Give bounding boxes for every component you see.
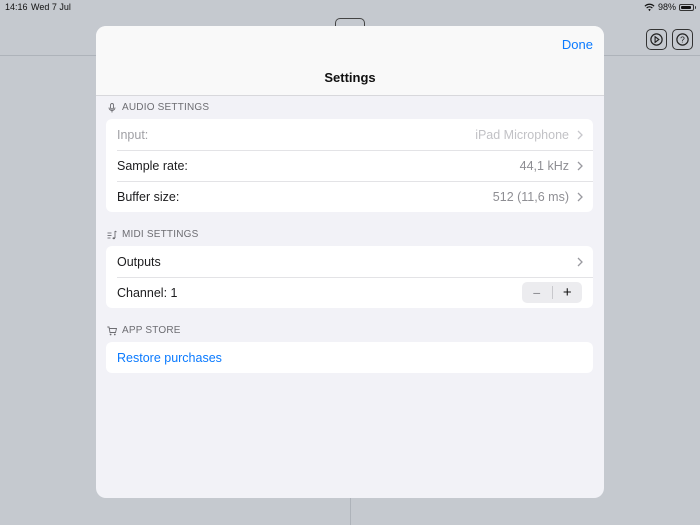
metronome-icon[interactable] [646,29,667,50]
section-header-label: MIDI SETTINGS [122,229,199,240]
help-icon[interactable]: ? [672,29,693,50]
outputs-label: Outputs [117,254,161,269]
music-note-list-icon [107,230,117,239]
channel-row: Channel: 1 − + [106,277,593,308]
channel-stepper: − + [522,282,582,303]
chevron-right-icon [577,192,583,202]
restore-purchases-row[interactable]: Restore purchases [106,342,593,373]
background-center-line [350,498,351,525]
wifi-icon [644,3,655,11]
status-bar: 14:16 Wed 7 Jul 98% [0,0,700,14]
status-right: 98% [644,2,696,12]
dial-icon [650,33,663,46]
input-value: iPad Microphone [475,127,569,142]
app-store-group: Restore purchases [106,342,593,373]
restore-purchases-link[interactable]: Restore purchases [117,351,222,365]
section-header-app-store: APP STORE [107,325,181,336]
svg-text:?: ? [680,35,685,45]
status-date: Wed 7 Jul [31,2,71,12]
microphone-icon [108,102,116,112]
decrement-button[interactable]: − [522,282,552,303]
audio-settings-group: Input: iPad Microphone Sample rate: 44,1… [106,119,593,212]
page-title: Settings [324,70,376,85]
increment-button[interactable]: + [553,282,583,303]
buffer-size-label: Buffer size: [117,189,180,204]
done-button[interactable]: Done [562,37,593,52]
input-label: Input: [117,127,149,142]
section-header-label: AUDIO SETTINGS [122,102,210,113]
modal-header: Done Settings [96,26,604,96]
sample-rate-value: 44,1 kHz [519,158,569,173]
status-time: 14:16 [5,2,28,12]
outputs-row[interactable]: Outputs [106,246,593,277]
sample-rate-label: Sample rate: [117,158,188,173]
battery-percent: 98% [657,2,676,12]
minus-icon: − [532,284,541,301]
channel-label: Channel: 1 [117,285,178,300]
section-header-audio: AUDIO SETTINGS [107,102,209,113]
buffer-size-value: 512 (11,6 ms) [492,189,569,204]
midi-settings-group: Outputs Channel: 1 − + [106,246,593,308]
buffer-size-row[interactable]: Buffer size: 512 (11,6 ms) [106,181,593,212]
chevron-right-icon [577,257,583,267]
cart-icon [107,326,117,335]
input-row[interactable]: Input: iPad Microphone [106,119,593,150]
sample-rate-row[interactable]: Sample rate: 44,1 kHz [106,150,593,181]
battery-icon [679,3,696,11]
question-icon: ? [676,33,689,46]
plus-icon: + [562,284,572,301]
settings-modal: Done Settings AUDIO SETTINGS Input: iPad… [96,26,604,498]
section-header-label: APP STORE [122,325,181,336]
section-header-midi: MIDI SETTINGS [107,229,199,240]
chevron-right-icon [577,130,583,140]
chevron-right-icon [577,161,583,171]
